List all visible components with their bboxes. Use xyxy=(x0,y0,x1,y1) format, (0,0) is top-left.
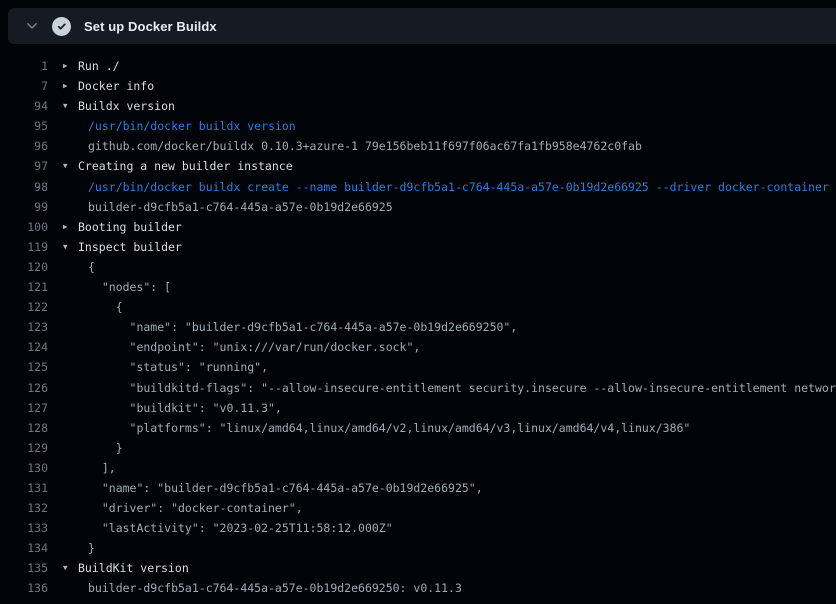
log-output-text: } xyxy=(88,438,123,458)
log-line: 127 "buildkit": "v0.11.3", xyxy=(0,398,836,418)
group-title: Buildx version xyxy=(78,96,175,116)
log-group-row[interactable]: 100 ▶Booting builder xyxy=(0,217,836,237)
log-output-text: { xyxy=(88,257,95,277)
log-container: 1▶Run ./7▶Docker info94▼Buildx version95… xyxy=(0,56,836,599)
log-line-number[interactable]: 99 xyxy=(0,197,48,217)
log-line-number[interactable]: 130 xyxy=(0,458,48,478)
step-header[interactable]: Set up Docker Buildx xyxy=(8,8,836,44)
log-line: 125 "status": "running", xyxy=(0,357,836,377)
group-collapsed-icon[interactable]: ▶ xyxy=(63,56,78,76)
log-output-text: "buildkit": "v0.11.3", xyxy=(88,398,282,418)
log-line-number[interactable]: 129 xyxy=(0,438,48,458)
log-line: 99 builder-d9cfb5a1-c764-445a-a57e-0b19d2… xyxy=(0,197,836,217)
log-output-text: "buildkitd-flags": "--allow-insecure-ent… xyxy=(88,378,836,398)
group-expanded-icon[interactable]: ▼ xyxy=(63,96,78,116)
log-line-number[interactable]: 132 xyxy=(0,498,48,518)
log-line-number[interactable]: 125 xyxy=(0,357,48,377)
log-output-text: builder-d9cfb5a1-c764-445a-a57e-0b19d2e6… xyxy=(88,578,462,598)
log-line-number[interactable]: 128 xyxy=(0,418,48,438)
step-title: Set up Docker Buildx xyxy=(84,19,217,34)
group-title: Booting builder xyxy=(78,217,182,237)
log-line-number[interactable]: 95 xyxy=(0,116,48,136)
log-line: 120 { xyxy=(0,257,836,277)
log-line-number[interactable]: 123 xyxy=(0,317,48,337)
log-line-number[interactable]: 133 xyxy=(0,518,48,538)
log-line-number[interactable]: 134 xyxy=(0,538,48,558)
log-line: 129 } xyxy=(0,438,836,458)
log-line-number[interactable]: 131 xyxy=(0,478,48,498)
group-collapsed-icon[interactable]: ▶ xyxy=(63,217,78,237)
log-line-number[interactable]: 122 xyxy=(0,297,48,317)
chevron-down-icon[interactable] xyxy=(24,18,40,34)
log-output-text: github.com/docker/buildx 0.10.3+azure-1 … xyxy=(88,136,642,156)
log-line: 121 "nodes": [ xyxy=(0,277,836,297)
log-line: 124 "endpoint": "unix:///var/run/docker.… xyxy=(0,337,836,357)
log-group-row[interactable]: 135 ▼BuildKit version xyxy=(0,558,836,578)
log-group-row[interactable]: 7 ▶Docker info xyxy=(0,76,836,96)
log-output-text: ], xyxy=(88,458,116,478)
log-line-number[interactable]: 100 xyxy=(0,217,48,237)
log-output-text: { xyxy=(88,297,123,317)
log-output-text: } xyxy=(88,538,95,558)
group-title: Creating a new builder instance xyxy=(78,156,293,176)
check-circle-icon xyxy=(52,17,71,36)
log-output-text: builder-d9cfb5a1-c764-445a-a57e-0b19d2e6… xyxy=(88,197,393,217)
group-title: Inspect builder xyxy=(78,237,182,257)
group-expanded-icon[interactable]: ▼ xyxy=(63,237,78,257)
log-output-text: "status": "running", xyxy=(88,357,268,377)
log-line-number[interactable]: 94 xyxy=(0,96,48,116)
log-line: 128 "platforms": "linux/amd64,linux/amd6… xyxy=(0,418,836,438)
log-group-row[interactable]: 97 ▼Creating a new builder instance xyxy=(0,156,836,176)
log-line: 136 builder-d9cfb5a1-c764-445a-a57e-0b19d… xyxy=(0,578,836,598)
log-line-number[interactable]: 119 xyxy=(0,237,48,257)
group-title: Run ./ xyxy=(78,56,120,76)
log-line: 95/usr/bin/docker buildx version xyxy=(0,116,836,136)
log-line: 96 github.com/docker/buildx 0.10.3+azure-… xyxy=(0,136,836,156)
log-line-number[interactable]: 1 xyxy=(0,56,48,76)
log-line: 133 "lastActivity": "2023-02-25T11:58:12… xyxy=(0,518,836,538)
log-group-row[interactable]: 1 ▶Run ./ xyxy=(0,56,836,76)
log-line-number[interactable]: 96 xyxy=(0,136,48,156)
log-line-number[interactable]: 98 xyxy=(0,177,48,197)
log-output-text: "nodes": [ xyxy=(88,277,171,297)
log-command-text: /usr/bin/docker buildx version xyxy=(88,116,296,136)
log-output-text: "name": "builder-d9cfb5a1-c764-445a-a57e… xyxy=(88,478,483,498)
group-title: BuildKit version xyxy=(78,558,189,578)
log-line-number[interactable]: 127 xyxy=(0,398,48,418)
log-line: 131 "name": "builder-d9cfb5a1-c764-445a-… xyxy=(0,478,836,498)
log-output-text: "driver": "docker-container", xyxy=(88,498,303,518)
log-line: 126 "buildkitd-flags": "--allow-insecure… xyxy=(0,378,836,398)
log-line-number[interactable]: 97 xyxy=(0,156,48,176)
group-title: Docker info xyxy=(78,76,154,96)
log-line-number[interactable]: 135 xyxy=(0,558,48,578)
log-group-row[interactable]: 94 ▼Buildx version xyxy=(0,96,836,116)
log-output-text: "name": "builder-d9cfb5a1-c764-445a-a57e… xyxy=(88,317,517,337)
log-line: 122 { xyxy=(0,297,836,317)
group-expanded-icon[interactable]: ▼ xyxy=(63,156,78,176)
log-line-number[interactable]: 7 xyxy=(0,76,48,96)
log-output-text: "platforms": "linux/amd64,linux/amd64/v2… xyxy=(88,418,690,438)
log-line: 132 "driver": "docker-container", xyxy=(0,498,836,518)
log-line: 98/usr/bin/docker buildx create --name b… xyxy=(0,177,836,197)
group-collapsed-icon[interactable]: ▶ xyxy=(63,76,78,96)
log-output-text: "lastActivity": "2023-02-25T11:58:12.000… xyxy=(88,518,393,538)
log-output-text: "endpoint": "unix:///var/run/docker.sock… xyxy=(88,337,420,357)
log-line: 134} xyxy=(0,538,836,558)
log-command-text: /usr/bin/docker buildx create --name bui… xyxy=(88,177,829,197)
log-line: 130 ], xyxy=(0,458,836,478)
log-line-number[interactable]: 136 xyxy=(0,578,48,598)
log-line: 123 "name": "builder-d9cfb5a1-c764-445a-… xyxy=(0,317,836,337)
log-line-number[interactable]: 124 xyxy=(0,337,48,357)
log-line-number[interactable]: 121 xyxy=(0,277,48,297)
log-group-row[interactable]: 119 ▼Inspect builder xyxy=(0,237,836,257)
log-line-number[interactable]: 126 xyxy=(0,378,48,398)
group-expanded-icon[interactable]: ▼ xyxy=(63,558,78,578)
log-line-number[interactable]: 120 xyxy=(0,257,48,277)
